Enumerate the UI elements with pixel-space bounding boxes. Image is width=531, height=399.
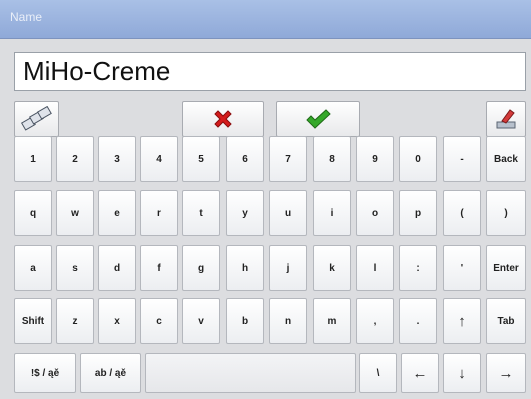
key[interactable]: z: [56, 298, 94, 344]
key[interactable]: k: [313, 245, 351, 291]
ok-button[interactable]: [276, 101, 360, 137]
key[interactable]: ): [486, 190, 526, 236]
key[interactable]: q: [14, 190, 52, 236]
key[interactable]: s: [56, 245, 94, 291]
key[interactable]: m: [313, 298, 351, 344]
key-letters-toggle[interactable]: ab / ąě: [80, 353, 141, 393]
key[interactable]: i: [313, 190, 351, 236]
key[interactable]: x: [98, 298, 136, 344]
key[interactable]: ': [443, 245, 481, 291]
key[interactable]: n: [269, 298, 307, 344]
key[interactable]: f: [140, 245, 178, 291]
key[interactable]: Tab: [486, 298, 526, 344]
name-input[interactable]: MiHo-Creme: [14, 52, 526, 91]
key[interactable]: -: [443, 136, 481, 182]
key[interactable]: t: [182, 190, 220, 236]
key[interactable]: 4: [140, 136, 178, 182]
key[interactable]: w: [56, 190, 94, 236]
erase-button[interactable]: [486, 101, 526, 137]
key[interactable]: ↑: [443, 298, 481, 344]
key[interactable]: a: [14, 245, 52, 291]
keyboard-layout-button[interactable]: [14, 101, 59, 137]
key[interactable]: 1: [14, 136, 52, 182]
key[interactable]: j: [269, 245, 307, 291]
key[interactable]: v: [182, 298, 220, 344]
dialog-title: Name: [10, 10, 43, 24]
key[interactable]: (: [443, 190, 481, 236]
key[interactable]: 9: [356, 136, 394, 182]
key[interactable]: r: [140, 190, 178, 236]
key[interactable]: Shift: [14, 298, 52, 344]
red-x-icon: [214, 110, 232, 128]
key-left-arrow[interactable]: ←: [401, 353, 439, 393]
key[interactable]: h: [226, 245, 264, 291]
key[interactable]: 0: [399, 136, 437, 182]
key[interactable]: 3: [98, 136, 136, 182]
key[interactable]: d: [98, 245, 136, 291]
keyboard-layout-icon: [20, 106, 52, 131]
key[interactable]: 6: [226, 136, 264, 182]
key-symbols-toggle[interactable]: !$ / ąě: [14, 353, 76, 393]
key-down-arrow[interactable]: ↓: [443, 353, 481, 393]
key[interactable]: 2: [56, 136, 94, 182]
key[interactable]: Back: [486, 136, 526, 182]
eraser-icon: [496, 109, 516, 129]
key[interactable]: c: [140, 298, 178, 344]
key[interactable]: 5: [182, 136, 220, 182]
key[interactable]: g: [182, 245, 220, 291]
key-space[interactable]: [145, 353, 356, 393]
key[interactable]: 7: [269, 136, 307, 182]
key[interactable]: u: [269, 190, 307, 236]
key-backslash[interactable]: \: [359, 353, 397, 393]
key[interactable]: y: [226, 190, 264, 236]
dialog-title-bar: Name: [0, 0, 531, 39]
key[interactable]: :: [399, 245, 437, 291]
key-right-arrow[interactable]: →: [486, 353, 526, 393]
key[interactable]: Enter: [486, 245, 526, 291]
green-check-icon: [306, 109, 331, 129]
cancel-button[interactable]: [182, 101, 264, 137]
key[interactable]: e: [98, 190, 136, 236]
key[interactable]: o: [356, 190, 394, 236]
key[interactable]: 8: [313, 136, 351, 182]
key[interactable]: ,: [356, 298, 394, 344]
key[interactable]: l: [356, 245, 394, 291]
key[interactable]: .: [399, 298, 437, 344]
key[interactable]: b: [226, 298, 264, 344]
key[interactable]: p: [399, 190, 437, 236]
